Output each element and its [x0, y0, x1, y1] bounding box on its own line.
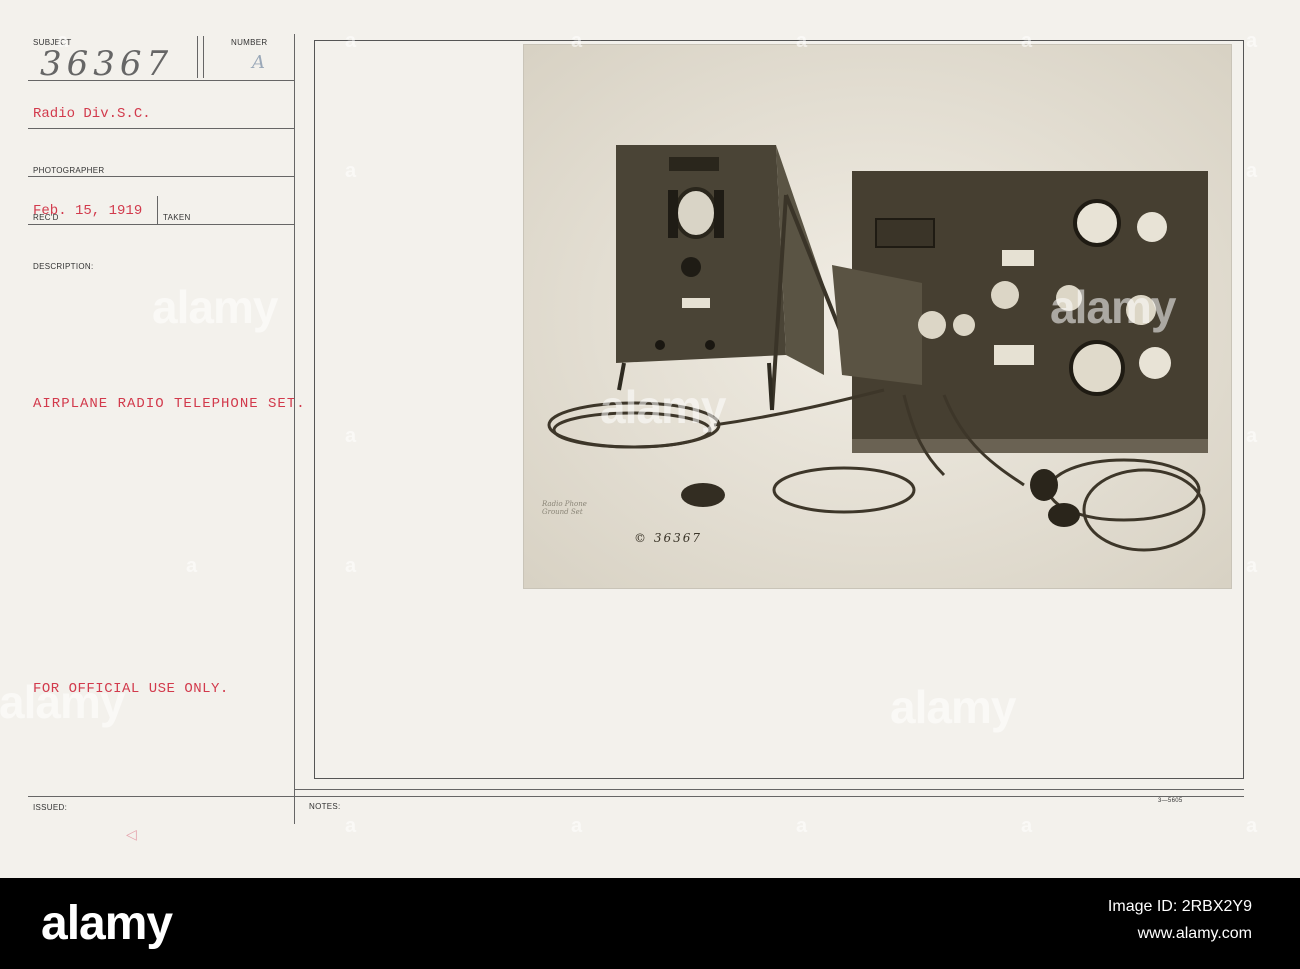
- issued-label: ISSUED:: [33, 803, 68, 812]
- watermark-letter: a: [571, 30, 583, 52]
- photo-caption: Radio Phone Ground Set: [542, 500, 587, 516]
- watermark-letter: a: [345, 555, 357, 577]
- watermark-logo: alamy: [152, 281, 278, 333]
- rule-date: [28, 224, 294, 225]
- card-column-divider: [294, 34, 295, 824]
- earpiece-right: [1048, 503, 1080, 527]
- subject-divider: [197, 36, 198, 78]
- watermark-letter: a: [1246, 555, 1258, 577]
- archive-card: SUBJECT NUMBER 36367 A Radio Div.S.C. PH…: [0, 0, 1300, 878]
- watermark-letter: a: [345, 425, 357, 447]
- watermark-letter: a: [345, 30, 357, 52]
- microphone: [681, 483, 725, 507]
- watermark-logo: alamy: [0, 676, 125, 728]
- watermark-letter: a: [186, 555, 198, 577]
- taken-label: TAKEN: [163, 213, 191, 222]
- description-label: DESCRIPTION:: [33, 262, 94, 271]
- watermark-letter: a: [345, 815, 357, 837]
- rule-division: [28, 128, 294, 129]
- watermark-logo: alamy: [1050, 281, 1176, 333]
- date-divider: [157, 196, 158, 224]
- photo-number: © 36367: [634, 531, 702, 545]
- number-label: NUMBER: [231, 38, 268, 47]
- watermark-letter: a: [1021, 30, 1033, 52]
- watermark-letter: a: [1246, 425, 1258, 447]
- watermark-letter: a: [796, 815, 808, 837]
- watermark-logo: alamy: [600, 381, 726, 433]
- watermark-letter: a: [1246, 815, 1258, 837]
- watermark-letter: a: [571, 815, 583, 837]
- notes-label: NOTES:: [309, 802, 341, 811]
- footer-image-id: Image ID: 2RBX2Y9: [1107, 898, 1252, 915]
- watermark-letter: a: [796, 30, 808, 52]
- footer-url[interactable]: www.alamy.com: [1138, 925, 1252, 943]
- watermark-letter: a: [1021, 815, 1033, 837]
- rule-photographer: [28, 176, 294, 177]
- subject-divider-2: [203, 36, 204, 78]
- division-text: Radio Div.S.C.: [33, 106, 151, 122]
- watermark-letter: a: [1246, 160, 1258, 182]
- number-value-handwritten: A: [252, 52, 265, 73]
- photographer-label: PHOTOGRAPHER: [33, 166, 105, 175]
- form-number: 3—5605: [1158, 798, 1183, 804]
- watermark-letter: a: [57, 30, 69, 52]
- rule-subject: [28, 80, 294, 81]
- rule-bottom: [28, 796, 1244, 797]
- footer-bar: [0, 878, 1300, 969]
- recd-label: REC'D: [33, 213, 59, 222]
- description-text: AIRPLANE RADIO TELEPHONE SET.: [33, 396, 306, 412]
- watermark-letter: a: [1246, 30, 1258, 52]
- watermark-letter: a: [345, 160, 357, 182]
- watermark-logo: alamy: [890, 681, 1016, 733]
- footer-logo: alamy: [41, 897, 173, 950]
- earpiece-left: [1030, 469, 1058, 501]
- rule-bottom-right: [294, 789, 1244, 790]
- arrow-mark: ◁: [126, 826, 137, 842]
